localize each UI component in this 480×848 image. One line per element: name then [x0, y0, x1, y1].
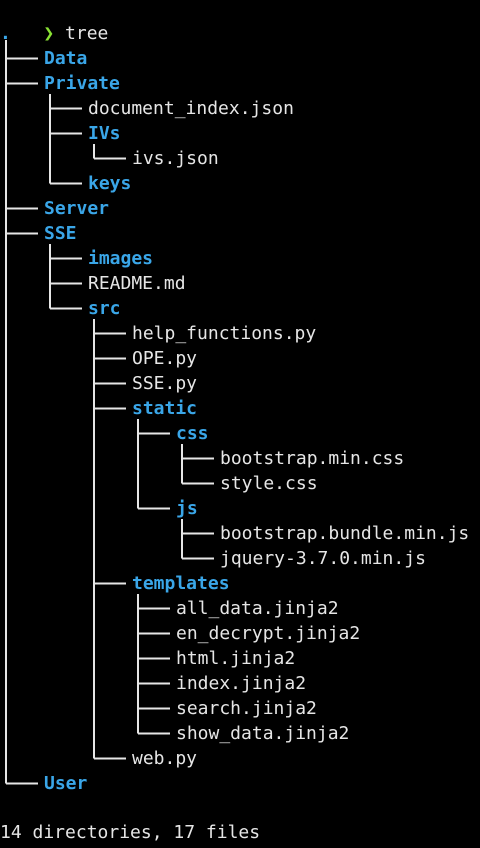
tree-file-item: search.jinja2 — [176, 698, 317, 719]
tree-directory-item: static — [132, 398, 198, 419]
tree-directory-item: keys — [88, 173, 132, 194]
tree-file-item: html.jinja2 — [176, 648, 296, 669]
tree-directory-item: SSE — [44, 223, 77, 244]
tree-directory-item: IVs — [88, 123, 121, 144]
tree-file-item: index.jinja2 — [176, 673, 307, 694]
tree-directory-item: images — [88, 248, 154, 269]
tree-file-item: jquery-3.7.0.min.js — [220, 548, 426, 569]
tree-file-item: help_functions.py — [132, 323, 317, 344]
tree-directory-item: Server — [44, 198, 110, 219]
prompt-line: ❯ tree — [0, 0, 108, 44]
tree-directory-item: src — [88, 298, 121, 319]
tree-directory-item: css — [176, 423, 209, 444]
prompt-chevron-icon: ❯ — [43, 23, 55, 44]
terminal-window: ❯ tree . Data Private document_index.json I… — [0, 0, 480, 848]
tree-file-item: document_index.json — [88, 98, 294, 119]
tree-directory-item: js — [176, 498, 198, 519]
tree-file-item: all_data.jinja2 — [176, 598, 339, 619]
tree-file-item: SSE.py — [132, 373, 198, 394]
tree-file-item: ivs.json — [132, 148, 219, 169]
tree-file-item: bootstrap.min.css — [220, 448, 405, 469]
tree-file-item: en_decrypt.jinja2 — [176, 623, 361, 644]
tree-file-item: show_data.jinja2 — [176, 723, 350, 744]
tree-directory-item: Data — [44, 48, 88, 69]
tree-file-item: web.py — [132, 748, 198, 769]
tree-directory-item: Private — [44, 73, 120, 94]
tree-file-item: README.md — [88, 273, 186, 294]
tree-directory-item: User — [44, 773, 88, 794]
summary-line: 14 directories, 17 files — [0, 822, 261, 843]
tree-file-item: style.css — [220, 473, 318, 494]
tree-file-item: OPE.py — [132, 348, 198, 369]
command-text: tree — [65, 23, 109, 44]
tree-directory-item: templates — [132, 573, 230, 594]
tree-file-item: bootstrap.bundle.min.js — [220, 523, 470, 544]
tree-root: . — [0, 23, 11, 44]
